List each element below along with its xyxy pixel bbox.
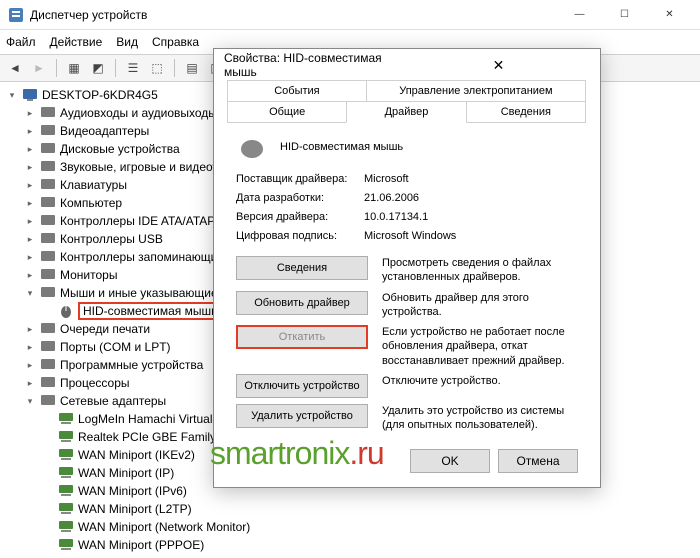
- cancel-button[interactable]: Отмена: [498, 449, 578, 473]
- category-icon: [40, 375, 56, 391]
- tab-driver[interactable]: Драйвер: [346, 101, 466, 123]
- category-icon: [40, 141, 56, 157]
- toolbar-button[interactable]: ☰: [122, 57, 144, 79]
- category-icon: [40, 357, 56, 373]
- network-adapter-icon: [58, 411, 74, 427]
- category-icon: [40, 267, 56, 283]
- ok-button[interactable]: OK: [410, 449, 490, 473]
- properties-dialog: Свойства: HID-совместимая мышь ✕ События…: [213, 48, 601, 488]
- toolbar-button[interactable]: ⬚: [146, 57, 168, 79]
- rollback-driver-button[interactable]: Откатить: [236, 325, 368, 349]
- tab-events[interactable]: События: [227, 80, 367, 102]
- menu-view[interactable]: Вид: [116, 35, 138, 49]
- category-icon: [40, 177, 56, 193]
- network-adapter-icon: [58, 429, 74, 445]
- dialog-titlebar: Свойства: HID-совместимая мышь ✕: [214, 49, 600, 81]
- tree-item-network[interactable]: WAN Miniport (L2TP): [6, 500, 700, 518]
- dialog-close-button[interactable]: ✕: [407, 57, 590, 74]
- back-button[interactable]: ◄: [4, 57, 26, 79]
- category-icon: [40, 213, 56, 229]
- category-icon: [40, 123, 56, 139]
- device-mouse-icon: [236, 135, 268, 159]
- disable-device-button[interactable]: Отключить устройство: [236, 374, 368, 398]
- network-adapter-icon: [58, 537, 74, 553]
- tab-details[interactable]: Сведения: [466, 101, 586, 123]
- category-icon: [40, 321, 56, 337]
- menu-help[interactable]: Справка: [152, 35, 199, 49]
- tab-general[interactable]: Общие: [227, 101, 347, 123]
- category-icon: [40, 195, 56, 211]
- toolbar-button[interactable]: ◩: [87, 57, 109, 79]
- toolbar-button[interactable]: ▦: [63, 57, 85, 79]
- category-icon: [40, 339, 56, 355]
- network-adapter-icon: [58, 519, 74, 535]
- tree-item-network[interactable]: WAN Miniport (PPPOE): [6, 536, 700, 554]
- menu-action[interactable]: Действие: [50, 35, 103, 49]
- minimize-button[interactable]: —: [557, 0, 602, 30]
- menu-file[interactable]: Файл: [6, 35, 36, 49]
- update-driver-button[interactable]: Обновить драйвер: [236, 291, 368, 315]
- device-name: HID-совместимая мышь: [280, 141, 403, 153]
- close-button[interactable]: ✕: [647, 0, 692, 30]
- computer-icon: [22, 87, 38, 103]
- app-icon: [8, 7, 24, 23]
- network-adapter-icon: [58, 501, 74, 517]
- window-title: Диспетчер устройств: [30, 8, 557, 22]
- dialog-title: Свойства: HID-совместимая мышь: [224, 51, 407, 79]
- tree-item-network[interactable]: WAN Miniport (Network Monitor): [6, 518, 700, 536]
- uninstall-device-button[interactable]: Удалить устройство: [236, 404, 368, 428]
- category-icon: [40, 249, 56, 265]
- toolbar-button[interactable]: ▤: [181, 57, 203, 79]
- maximize-button[interactable]: ☐: [602, 0, 647, 30]
- forward-button[interactable]: ►: [28, 57, 50, 79]
- dialog-body: HID-совместимая мышь Поставщик драйвера:…: [214, 123, 600, 449]
- category-icon: [40, 159, 56, 175]
- category-icon: [40, 393, 56, 409]
- network-adapter-icon: [58, 483, 74, 499]
- network-adapter-icon: [58, 447, 74, 463]
- tab-power[interactable]: Управление электропитанием: [366, 80, 586, 102]
- network-adapter-icon: [58, 465, 74, 481]
- category-icon: [40, 285, 56, 301]
- mouse-icon: [58, 303, 74, 319]
- category-icon: [40, 231, 56, 247]
- category-icon: [40, 105, 56, 121]
- dialog-tabs: События Управление электропитанием Общие…: [214, 81, 600, 123]
- window-titlebar: Диспетчер устройств — ☐ ✕: [0, 0, 700, 30]
- driver-details-button[interactable]: Сведения: [236, 256, 368, 280]
